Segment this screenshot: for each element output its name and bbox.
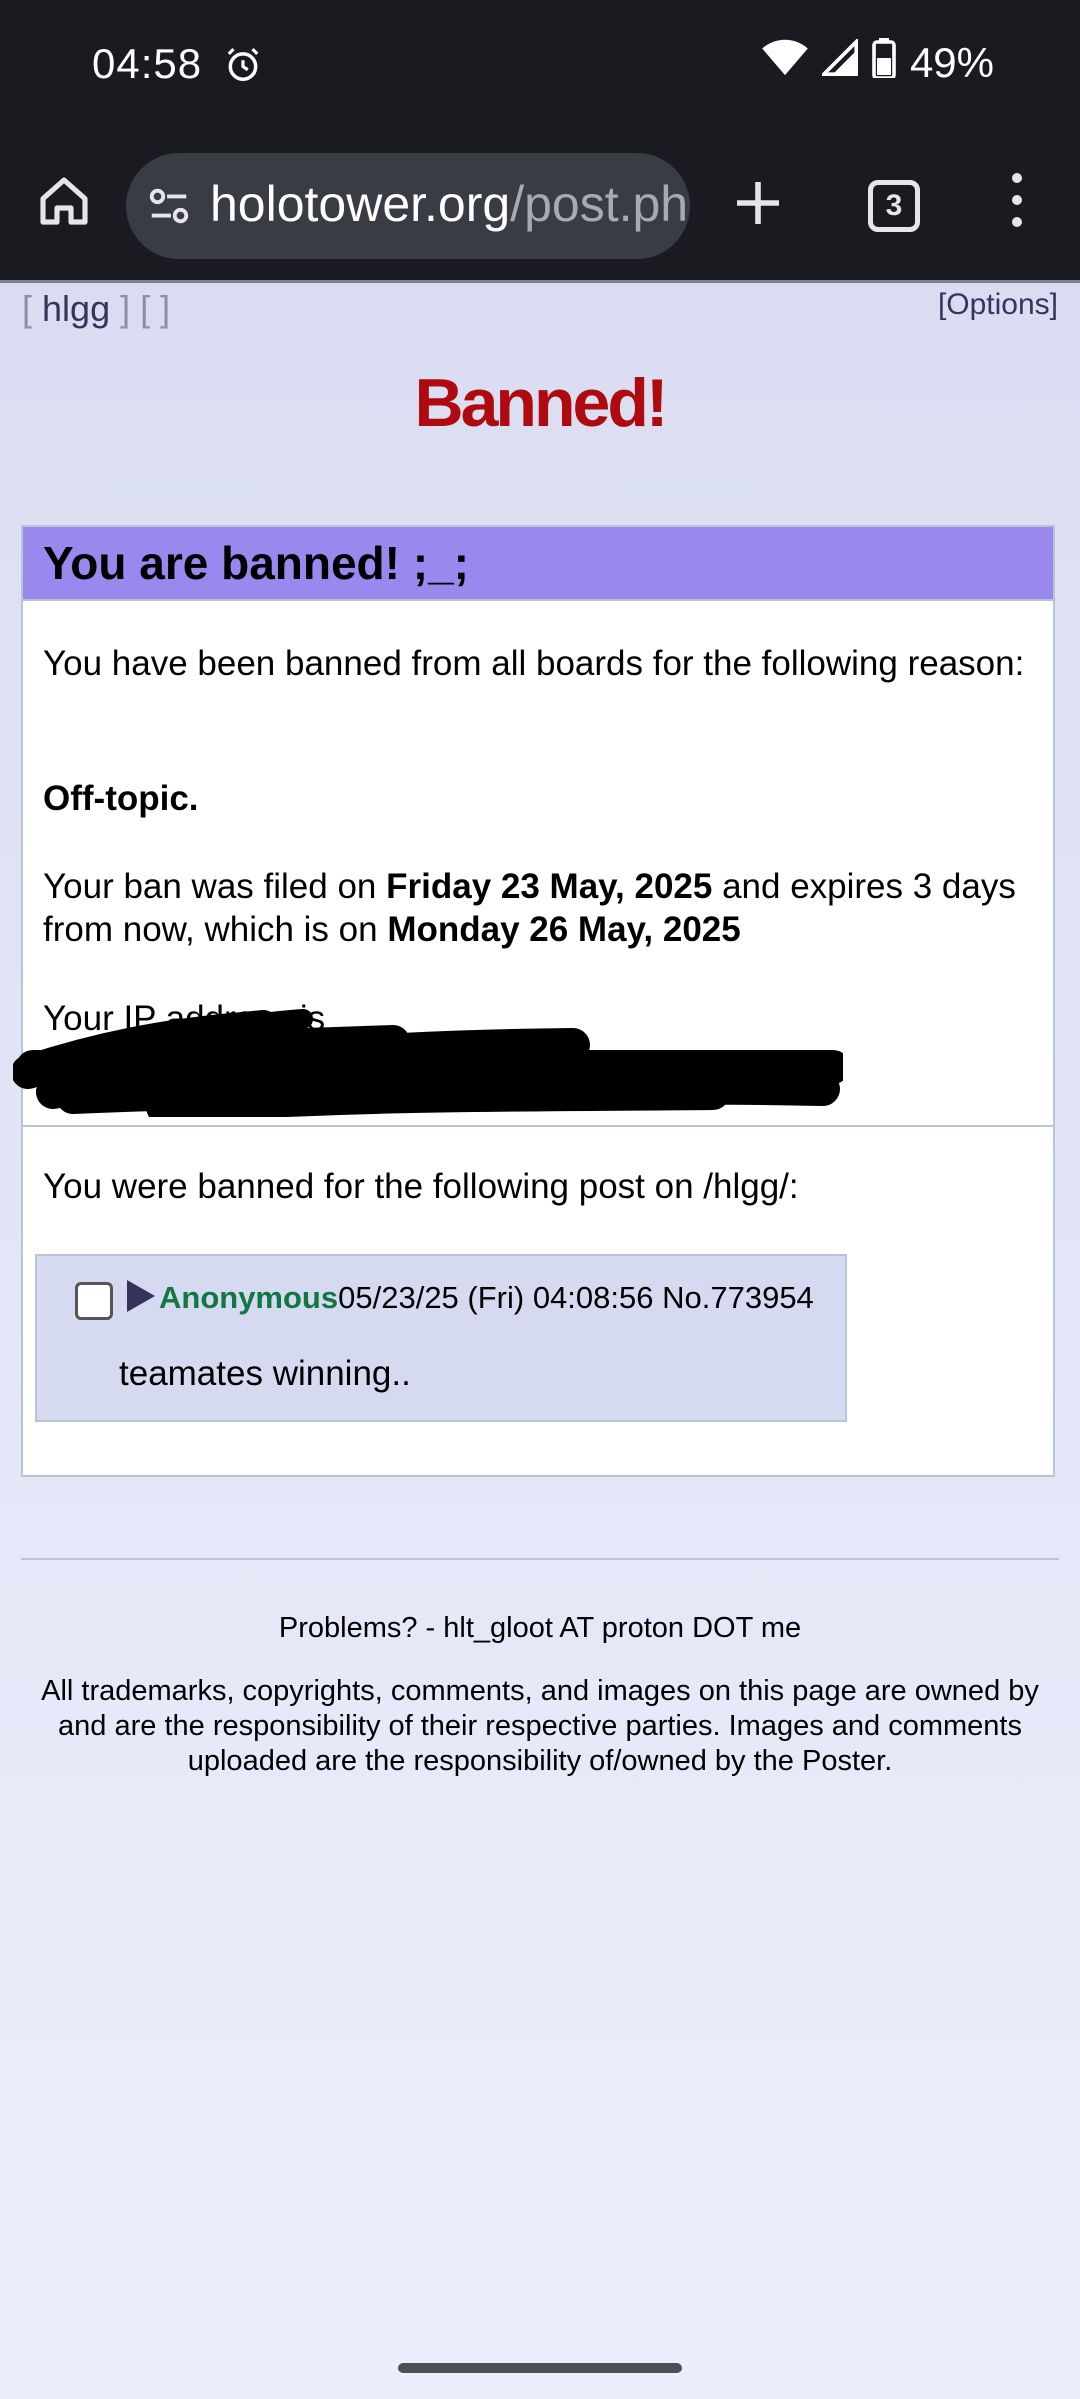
cell-signal-icon: [819, 37, 858, 87]
url-path: /post.ph: [510, 176, 689, 232]
post-info: Anonymous05/23/25 (Fri) 04:08:56 No.7739…: [159, 1280, 814, 1316]
address-bar[interactable]: holotower.org/post.ph: [126, 153, 690, 259]
wifi-icon: [762, 39, 808, 87]
section-divider: [23, 1125, 1053, 1127]
post-body: teamates winning..: [119, 1354, 411, 1393]
footer-divider: [21, 1558, 1059, 1560]
banned-post: Anonymous05/23/25 (Fri) 04:08:56 No.7739…: [35, 1254, 847, 1422]
new-tab-icon[interactable]: [730, 175, 786, 231]
contact-line: Problems? - hlt_gloot AT proton DOT me: [278, 1612, 802, 1644]
site-settings-icon[interactable]: [146, 183, 192, 234]
bracket: [: [22, 288, 33, 329]
post-number[interactable]: No.773954: [662, 1280, 814, 1315]
ban-heading: You are banned! ;_;: [23, 527, 1053, 601]
options-link[interactable]: [Options]: [938, 288, 1058, 322]
overflow-menu-icon[interactable]: [1006, 173, 1028, 233]
poster-name: Anonymous: [159, 1280, 339, 1315]
battery-icon: [872, 38, 896, 88]
home-icon[interactable]: [36, 173, 92, 229]
board-nav: [ hlgg ] [ ]: [22, 288, 170, 330]
filed-prefix: Your ban was filed on: [43, 867, 387, 906]
bracket: ]: [120, 288, 131, 329]
expires-date: Monday 26 May, 2025: [387, 910, 741, 949]
board-link-hlgg[interactable]: hlgg: [42, 288, 110, 329]
url-text: holotower.org/post.ph: [210, 175, 688, 233]
ban-box: You are banned! ;_; You have been banned…: [13, 525, 1055, 1477]
battery-percent: 49%: [909, 39, 994, 86]
filed-date: Friday 23 May, 2025: [386, 867, 713, 906]
post-menu-arrow-icon[interactable]: [127, 1280, 155, 1312]
toolbar-divider: [0, 280, 1080, 283]
legal-notice: All trademarks, copyrights, comments, an…: [41, 1675, 1039, 1777]
ban-reason: Off-topic.: [43, 779, 199, 818]
post-select-checkbox[interactable]: [75, 1282, 113, 1320]
page-title: Banned!: [414, 365, 669, 441]
status-time: 04:58: [92, 40, 203, 87]
browser-toolbar: holotower.org/post.ph 3: [0, 135, 1080, 280]
ban-intro: You have been banned from all boards for…: [43, 644, 1025, 683]
status-bar: 04:58 49%: [0, 0, 1080, 135]
empty-board-list: [ ]: [140, 288, 171, 329]
status-indicators: 49%: [762, 37, 994, 88]
redaction-scribble: [13, 1009, 843, 1117]
gesture-nav-handle[interactable]: [398, 2363, 682, 2373]
url-host: holotower.org: [210, 176, 511, 232]
tab-switcher-button[interactable]: 3: [868, 180, 920, 232]
ban-dates: Your ban was filed on Friday 23 May, 202…: [43, 865, 1053, 951]
alarm-icon: [224, 46, 262, 89]
post-intro: You were banned for the following post o…: [43, 1167, 799, 1206]
post-datetime: 05/23/25 (Fri) 04:08:56: [338, 1280, 654, 1315]
